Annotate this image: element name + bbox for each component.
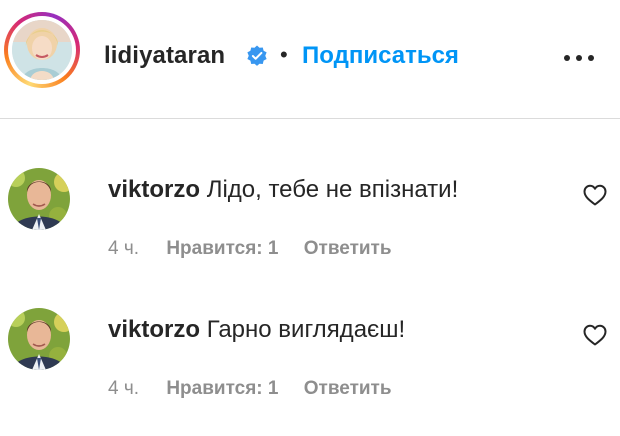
header-divider — [0, 118, 620, 119]
reply-button[interactable]: Ответить — [304, 378, 392, 399]
comment-text: viktorzo Лідо, тебе не впізнати! — [108, 176, 458, 204]
commenter-username[interactable]: viktorzo — [108, 316, 200, 343]
post-comments-panel: lidiyataran • Подписаться viktorzo Лідо,… — [0, 0, 620, 436]
comment-likes[interactable]: Нравится: 1 — [166, 238, 278, 259]
verified-badge-icon — [247, 45, 267, 66]
like-heart-icon[interactable] — [583, 324, 607, 346]
comment-body: Лідо, тебе не впізнати! — [206, 176, 459, 203]
reply-button[interactable]: Ответить — [304, 238, 392, 259]
post-header: lidiyataran • Подписаться — [0, 0, 620, 118]
commenter-username[interactable]: viktorzo — [108, 176, 200, 203]
follow-button[interactable]: Подписаться — [302, 42, 459, 70]
author-avatar[interactable] — [4, 12, 80, 88]
comment-body: Гарно виглядаєш! — [206, 316, 406, 343]
author-photo — [12, 20, 72, 80]
comment-time[interactable]: 4 ч. — [108, 378, 139, 399]
commenter-avatar[interactable] — [8, 168, 70, 230]
commenter-avatar[interactable] — [8, 308, 70, 370]
comment-text: viktorzo Гарно виглядаєш! — [108, 316, 405, 344]
author-username[interactable]: lidiyataran — [104, 42, 225, 70]
comment-meta: 4 ч. Нравится: 1 Ответить — [108, 238, 392, 260]
comment-meta: 4 ч. Нравится: 1 Ответить — [108, 378, 392, 400]
like-heart-icon[interactable] — [583, 184, 607, 206]
more-options-icon[interactable] — [562, 48, 596, 68]
comment-item: viktorzo Гарно виглядаєш! 4 ч. Нравится:… — [0, 308, 620, 428]
separator-dot: • — [280, 42, 288, 67]
comment-likes[interactable]: Нравится: 1 — [166, 378, 278, 399]
comment-time[interactable]: 4 ч. — [108, 238, 139, 259]
comment-item: viktorzo Лідо, тебе не впізнати! 4 ч. Нр… — [0, 168, 620, 288]
